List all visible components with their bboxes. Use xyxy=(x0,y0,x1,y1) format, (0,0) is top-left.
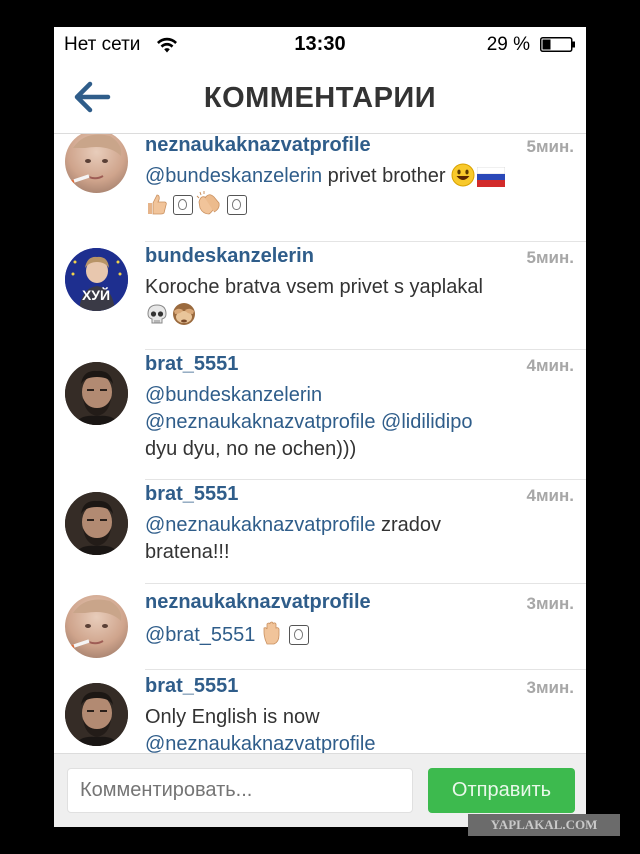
avatar[interactable] xyxy=(65,134,128,193)
comment-text-fragment: dyu dyu, no ne ochen))) xyxy=(145,438,357,460)
mention-link[interactable]: @brat_5551 xyxy=(145,624,255,646)
russia-flag-icon xyxy=(477,167,506,187)
smiley-icon xyxy=(451,163,475,187)
avatar[interactable] xyxy=(65,683,128,746)
comment-text-fragment: Koroche bratva vsem privet s yaplakal xyxy=(145,276,483,298)
avatar-image xyxy=(70,599,122,649)
raised-hand-icon xyxy=(263,621,280,645)
status-bar: Нет сети 13:30 29 % xyxy=(54,27,586,63)
comment-time: 5мин. xyxy=(526,137,574,156)
comment-item: neznaukaknazvatprofile 5мин. @bundeskanz… xyxy=(54,134,586,242)
phone-screen: Нет сети 13:30 29 % КОММЕНТАРИИ neznauka… xyxy=(54,27,586,827)
comment-text: @bundeskanzelerin privet brother xyxy=(145,163,575,219)
comment-username[interactable]: neznaukaknazvatprofile xyxy=(145,591,371,614)
comment-username[interactable]: brat_5551 xyxy=(145,675,238,698)
comment-text: Koroche bratva vsem privet s yaplakal xyxy=(145,274,575,330)
skull-icon xyxy=(147,304,167,324)
watermark-logo: YAPLAKAL.COM xyxy=(468,814,620,836)
alien-box-icon xyxy=(227,195,247,215)
comment-item: brat_5551 3мин. Only English is now @nez… xyxy=(54,670,586,753)
comment-item: brat_5551 4мин. @neznaukaknazvatprofile … xyxy=(54,480,586,584)
comment-text-fragment: privet brother xyxy=(322,165,446,187)
comment-list[interactable]: neznaukaknazvatprofile 5мин. @bundeskanz… xyxy=(54,134,586,753)
mention-link[interactable]: @lidilidipo xyxy=(381,411,472,433)
avatar-image: ХУЙ xyxy=(65,248,128,311)
avatar-image xyxy=(65,492,128,555)
mention-link[interactable]: @bundeskanzelerin xyxy=(145,384,322,406)
avatar[interactable] xyxy=(65,362,128,425)
avatar-caption: ХУЙ xyxy=(82,286,110,303)
clapping-hands-icon xyxy=(196,191,220,215)
send-button[interactable]: Отправить xyxy=(428,768,575,813)
comment-username[interactable]: brat_5551 xyxy=(145,353,238,376)
comment-text: @bundeskanzelerin @neznaukaknazvatprofil… xyxy=(145,382,575,463)
alien-box-icon xyxy=(173,195,193,215)
avatar[interactable]: ХУЙ xyxy=(65,248,128,311)
comment-time: 4мин. xyxy=(526,486,574,505)
mention-link[interactable]: @neznaukaknazvatprofile xyxy=(145,411,375,433)
comment-input[interactable] xyxy=(67,768,413,813)
comment-item: brat_5551 4мин. @bundeskanzelerin @nezna… xyxy=(54,350,586,480)
comment-text: @brat_5551 xyxy=(145,620,575,649)
comment-text-fragment: zradov xyxy=(375,514,442,536)
avatar[interactable] xyxy=(65,595,128,658)
comment-username[interactable]: bundeskanzelerin xyxy=(145,245,314,268)
mention-link[interactable]: @bundeskanzelerin xyxy=(145,165,322,187)
alien-box-icon xyxy=(288,625,309,645)
see-no-evil-monkey-icon xyxy=(173,303,195,325)
battery-percent: 29 % xyxy=(486,34,530,55)
avatar-image xyxy=(70,134,122,184)
comment-item: neznaukaknazvatprofile 3мин. @brat_5551 xyxy=(54,584,586,670)
avatar[interactable] xyxy=(65,492,128,555)
comment-time: 3мин. xyxy=(526,678,574,697)
comment-username[interactable]: brat_5551 xyxy=(145,483,238,506)
comment-item: ХУЙ bundeskanzelerin 5мин. Koroche bratv… xyxy=(54,242,586,350)
comment-time: 3мин. xyxy=(526,594,574,613)
comment-username[interactable]: neznaukaknazvatprofile xyxy=(145,134,371,157)
comment-text-fragment: Only English is now xyxy=(145,706,320,728)
comment-text: Only English is now @neznaukaknazvatprof… xyxy=(145,704,575,753)
comment-text: @neznaukaknazvatprofile zradov bratena!!… xyxy=(145,512,575,566)
comment-time: 5мин. xyxy=(526,248,574,267)
mention-link[interactable]: @neznaukaknazvatprofile xyxy=(145,514,375,536)
avatar-image xyxy=(65,362,128,425)
mention-link[interactable]: @neznaukaknazvatprofile xyxy=(145,733,375,753)
page-title: КОММЕНТАРИИ xyxy=(203,82,437,114)
comment-text-fragment: bratena!!! xyxy=(145,541,230,563)
battery-icon xyxy=(540,37,575,52)
navigation-bar: КОММЕНТАРИИ xyxy=(54,63,586,134)
avatar-image xyxy=(65,683,128,746)
thumbs-up-icon xyxy=(148,194,167,215)
comment-time: 4мин. xyxy=(526,356,574,375)
